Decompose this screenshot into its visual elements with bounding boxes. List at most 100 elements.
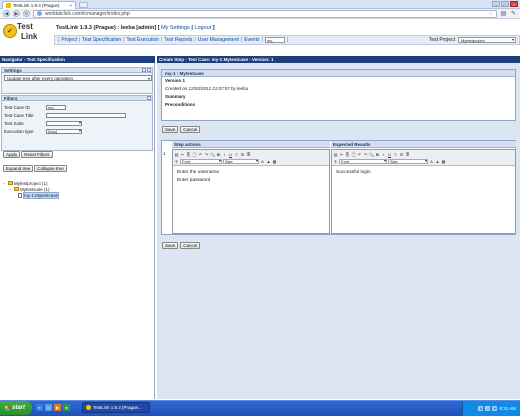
bold-icon[interactable]: B [375,152,380,157]
bookmark-star-icon[interactable]: ☆ [489,11,493,17]
bulleted-list-icon[interactable]: ☰ [399,152,404,157]
source-icon[interactable]: ▤ [333,152,338,157]
tree-update-select[interactable]: Update tree after every operation [4,75,152,81]
step-actions-content[interactable]: Enter the username Enter password [173,166,329,188]
tab-close-icon[interactable]: × [69,3,72,8]
step-actions-editor[interactable]: ▤ ✂ ⎘ 📋 ↶ ↷ 🔍 B I U ≡ ☰ ≣ ¶ Font Size A … [172,149,330,234]
tab-title: TestLink 1.9.3 (Prague) [13,3,60,8]
find-icon[interactable]: 🔍 [210,152,215,157]
save-button[interactable]: Save [162,242,179,249]
find-icon[interactable]: 🔍 [369,152,374,157]
show-desktop-icon[interactable]: ▭ [45,404,52,411]
undo-icon[interactable]: ↶ [198,152,203,157]
table-icon[interactable]: ▦ [272,159,277,164]
network-icon[interactable]: ⇅ [478,406,484,411]
expected-results-content[interactable]: Successful login [332,166,515,180]
collapse-icon[interactable] [147,96,151,100]
test-case-title-input[interactable] [46,112,126,118]
filter-buttons: Apply Reset Filters [3,151,53,158]
test-suite-select[interactable] [46,120,82,126]
align-icon[interactable]: ≣ [405,152,410,157]
font-select[interactable]: Font [180,159,222,164]
menu-test-reports[interactable]: Test Reports [164,37,192,43]
security-icon[interactable]: ⛨ [492,406,498,411]
test-case-id-input[interactable]: my- [46,104,66,110]
redo-icon[interactable]: ↷ [204,152,209,157]
execution-type-select[interactable]: [Any] [46,128,82,134]
my-settings-link[interactable]: My Settings [161,25,190,31]
page-menu-icon[interactable]: ▤ [500,10,507,17]
text-color-icon[interactable]: A [260,159,265,164]
italic-icon[interactable]: I [222,152,227,157]
reset-filters-button[interactable]: Reset Filters [21,151,53,158]
expand-tree-button[interactable]: Expand tree [3,165,34,172]
testcase-search-input[interactable]: my- [264,37,285,43]
back-icon[interactable]: ◀ [3,10,10,17]
taskbar-item-testlink[interactable]: TestLink 1.9.3 (Prague... [82,402,150,413]
ordered-list-icon[interactable]: ≡ [234,152,239,157]
collapse-node-icon[interactable]: − [3,181,7,186]
menu-project[interactable]: Project [61,37,77,43]
redo-icon[interactable]: ↷ [363,152,368,157]
paste-icon[interactable]: 📋 [351,152,356,157]
collapse-node-icon[interactable]: − [9,187,13,192]
ie-icon[interactable]: e [36,404,43,411]
testcase-version: Version 1 [165,78,186,83]
reload-icon[interactable]: ↻ [23,10,30,17]
help-icon[interactable] [147,68,151,72]
collapse-icon[interactable] [142,68,146,72]
cut-icon[interactable]: ✂ [339,152,344,157]
step-number: 1 [163,151,166,156]
collapse-tree-button[interactable]: Collapse tree [34,165,67,172]
size-select[interactable]: Size [388,159,428,164]
bulleted-list-icon[interactable]: ☰ [240,152,245,157]
maximize-button[interactable]: □ [501,1,509,7]
editor-toolbar: ▤ ✂ ⎘ 📋 ↶ ↷ 🔍 B I U ≡ ☰ ≣ ¶ Font Size A … [332,150,515,166]
source-icon[interactable]: ▤ [174,152,179,157]
copy-icon[interactable]: ⎘ [345,152,350,157]
apply-filters-button[interactable]: Apply [3,151,21,158]
underline-icon[interactable]: U [387,152,392,157]
undo-icon[interactable]: ↶ [357,152,362,157]
bg-color-icon[interactable]: ▲ [435,159,440,164]
forward-icon[interactable]: ▶ [13,10,20,17]
new-tab-button[interactable] [79,2,88,8]
save-button[interactable]: Save [162,126,179,133]
cancel-button[interactable]: Cancel [180,242,201,249]
browser-tab[interactable]: TestLink 1.9.3 (Prague) × [2,1,76,9]
menu-test-specification[interactable]: Test Specification [82,37,121,43]
copy-icon[interactable]: ⎘ [186,152,191,157]
tree-node-label[interactable]: my-1:Mytestcase [23,191,60,199]
close-window-button[interactable]: × [510,1,518,7]
tree-node-label[interactable]: Myfestproject (1) [14,181,48,186]
expected-results-editor[interactable]: ▤ ✂ ⎘ 📋 ↶ ↷ 🔍 B I U ≡ ☰ ≣ ¶ Font Size A … [331,149,516,234]
menu-user-management[interactable]: User Management [198,37,239,43]
menu-test-execution[interactable]: Test Execution [127,37,160,43]
minimize-button[interactable]: – [492,1,500,7]
address-bar[interactable]: worldatclick.com/tcmanager/index.php ☆ [33,9,497,18]
cancel-button[interactable]: Cancel [180,126,201,133]
format-icon[interactable]: ¶ [174,159,179,164]
tree-node-testcase[interactable]: my-1:Mytestcase [3,191,153,199]
logout-link[interactable]: Logout [194,25,211,31]
wrench-icon[interactable]: ✎ [510,10,517,17]
font-select[interactable]: Font [339,159,387,164]
table-icon[interactable]: ▦ [441,159,446,164]
underline-icon[interactable]: U [228,152,233,157]
cut-icon[interactable]: ✂ [180,152,185,157]
media-player-icon[interactable]: ▶ [54,404,61,411]
paste-icon[interactable]: 📋 [192,152,197,157]
bold-icon[interactable]: B [216,152,221,157]
italic-icon[interactable]: I [381,152,386,157]
size-select[interactable]: Size [223,159,259,164]
test-project-select[interactable]: Myfestproject [458,37,516,43]
ordered-list-icon[interactable]: ≡ [393,152,398,157]
chrome-icon[interactable]: ● [63,404,70,411]
format-icon[interactable]: ¶ [333,159,338,164]
menu-events[interactable]: Events [244,37,259,43]
start-button[interactable]: start [0,401,32,415]
text-color-icon[interactable]: A [429,159,434,164]
volume-icon[interactable]: ♪ [485,406,491,411]
bg-color-icon[interactable]: ▲ [266,159,271,164]
align-icon[interactable]: ≣ [246,152,251,157]
